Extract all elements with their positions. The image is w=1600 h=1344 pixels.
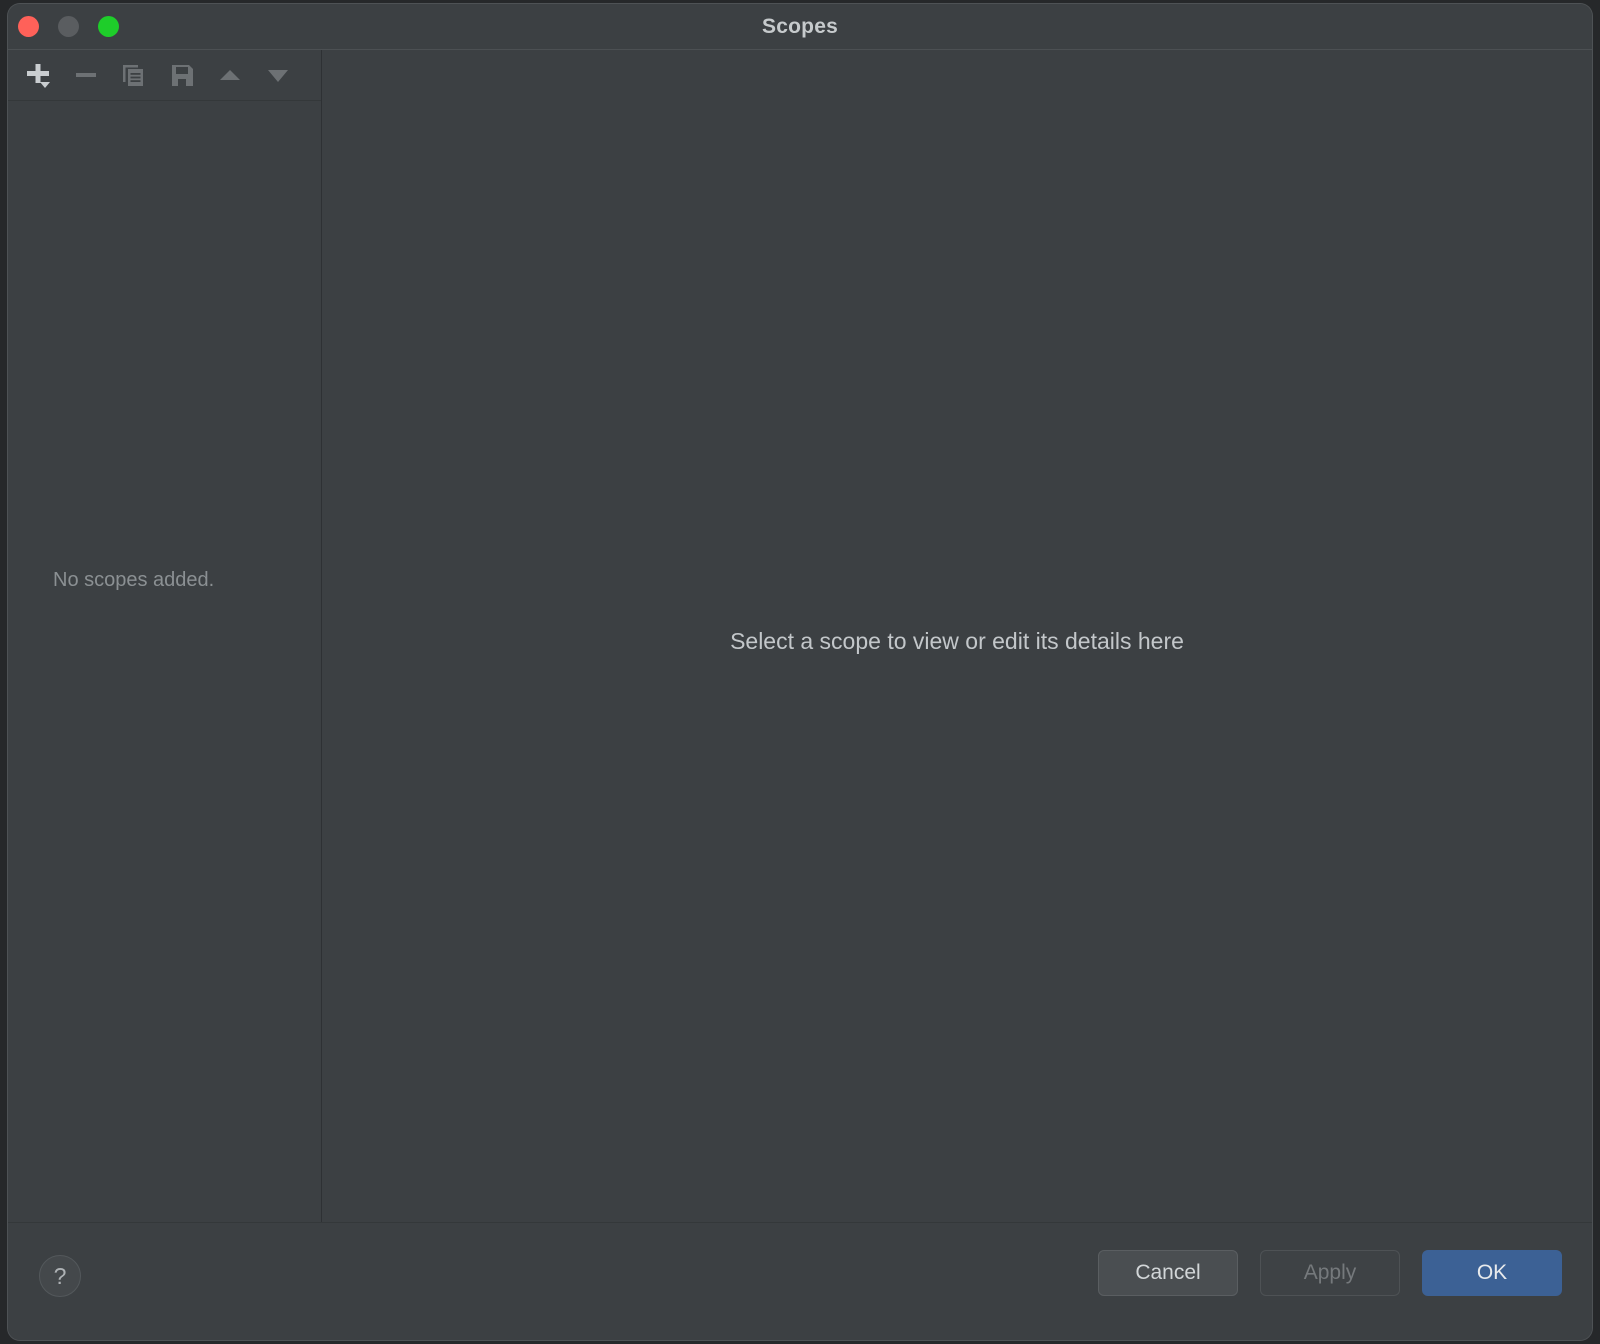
- ok-button[interactable]: OK: [1422, 1250, 1562, 1296]
- scopes-dialog-window: Scopes No scopes added. Select a scope t…: [8, 4, 1592, 1340]
- copy-icon: [123, 65, 143, 86]
- save-icon: [172, 65, 193, 86]
- add-scope-button[interactable]: [16, 54, 60, 96]
- scope-details-placeholder: Select a scope to view or edit its detai…: [730, 628, 1184, 654]
- footer-button-group: Cancel Apply OK: [1098, 1250, 1562, 1296]
- help-button[interactable]: ?: [39, 1255, 81, 1297]
- scopes-left-pane: No scopes added.: [8, 50, 322, 1222]
- scope-details-pane: Select a scope to view or edit its detai…: [322, 50, 1592, 1222]
- save-scope-button[interactable]: [160, 54, 204, 96]
- dialog-body: No scopes added. Select a scope to view …: [8, 50, 1592, 1222]
- move-down-icon: [268, 70, 288, 82]
- remove-icon: [76, 73, 96, 77]
- move-scope-up-button[interactable]: [208, 54, 252, 96]
- question-mark-icon: ?: [53, 1262, 67, 1289]
- add-icon: [27, 64, 50, 88]
- duplicate-scope-button[interactable]: [112, 54, 156, 96]
- move-up-icon: [220, 70, 240, 80]
- scopes-toolbar: [8, 50, 321, 101]
- cancel-button[interactable]: Cancel: [1098, 1250, 1238, 1296]
- scopes-list[interactable]: No scopes added.: [8, 101, 321, 1222]
- move-scope-down-button[interactable]: [256, 54, 300, 96]
- apply-button[interactable]: Apply: [1260, 1250, 1400, 1296]
- window-titlebar: Scopes: [8, 4, 1592, 50]
- dialog-footer: ? Cancel Apply OK: [8, 1222, 1592, 1340]
- remove-scope-button[interactable]: [64, 54, 108, 96]
- scopes-empty-message: No scopes added.: [53, 569, 215, 591]
- window-title: Scopes: [762, 15, 838, 38]
